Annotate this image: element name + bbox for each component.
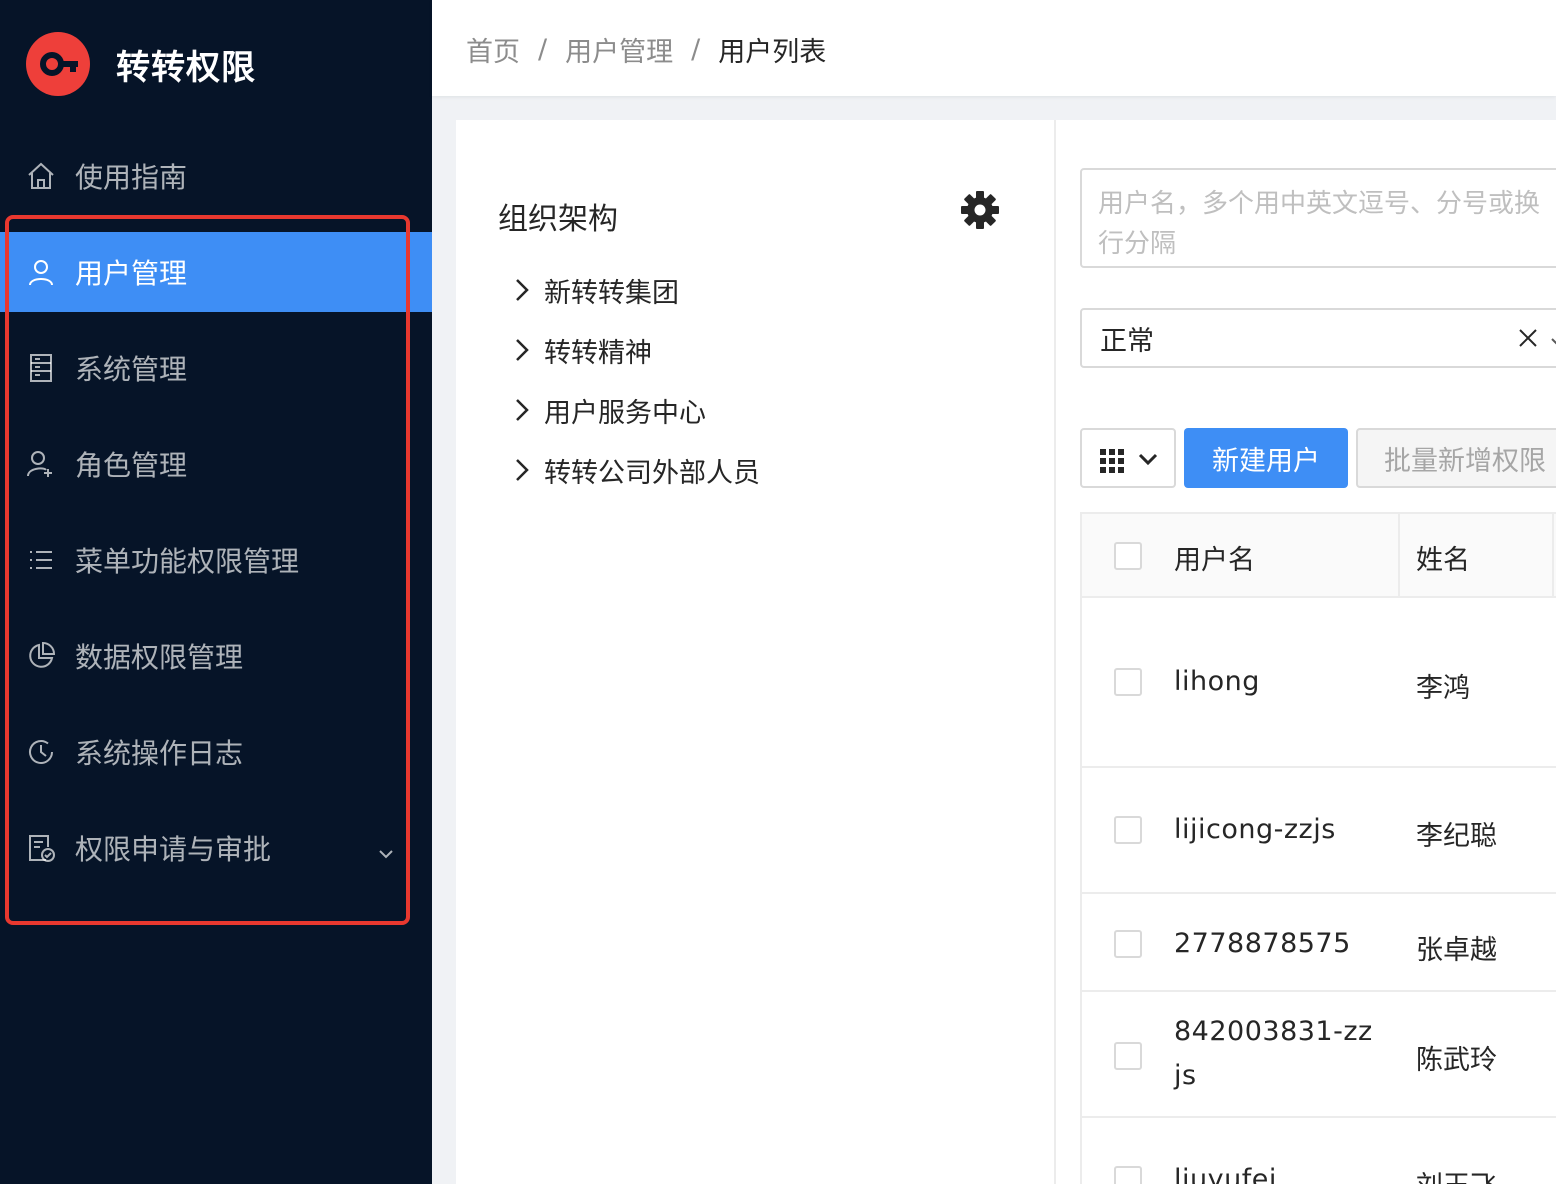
cell-name: 刘玉飞 — [1416, 1164, 1497, 1184]
sidebar-item-user-management[interactable]: 用户管理 — [0, 232, 432, 312]
org-title: 组织架构 — [498, 202, 618, 237]
breadcrumb-current: 用户列表 — [718, 37, 827, 68]
sidebar-item-data-permission[interactable]: 数据权限管理 — [0, 616, 432, 696]
sidebar-item-label: 用户管理 — [75, 257, 188, 290]
breadcrumb-home[interactable]: 首页 — [466, 30, 520, 69]
cell-name: 陈武玲 — [1416, 1045, 1497, 1076]
new-user-button[interactable]: 新建用户 — [1184, 428, 1348, 488]
tree-node[interactable]: 用户服务中心 — [514, 390, 706, 430]
breadcrumb-separator: / — [691, 34, 701, 65]
user-add-icon — [26, 448, 56, 480]
header: 首页 / 用户管理 / 用户列表 — [432, 0, 1556, 96]
sidebar-item-role-management[interactable]: 角色管理 — [0, 424, 432, 504]
sidebar-item-guide[interactable]: 使用指南 — [0, 136, 432, 216]
row-checkbox[interactable] — [1114, 1166, 1142, 1184]
breadcrumb-section[interactable]: 用户管理 — [565, 30, 673, 69]
file-check-icon — [26, 832, 56, 864]
pie-chart-icon — [26, 640, 56, 672]
cell-username: lihong — [1174, 666, 1260, 697]
username-search-input[interactable]: 用户名，多个用中英文逗号、分号或换行分隔 — [1080, 168, 1556, 268]
logo-icon — [26, 32, 90, 96]
chevron-right-icon[interactable] — [514, 276, 534, 304]
cell-username: 2778878575 — [1174, 928, 1351, 959]
tree-node[interactable]: 转转精神 — [514, 330, 652, 370]
user-icon — [26, 256, 56, 288]
cell-username: 842003831-zzjs — [1174, 1016, 1373, 1091]
tree-node-label: 新转转集团 — [544, 277, 679, 309]
cell-name: 李纪聪 — [1416, 821, 1497, 852]
cell-name: 张卓越 — [1416, 935, 1497, 966]
breadcrumb-separator: / — [538, 34, 548, 65]
tree-node-label: 转转公司外部人员 — [544, 457, 760, 489]
status-select-value: 正常 — [1100, 325, 1154, 357]
chevron-down-icon — [1138, 452, 1158, 472]
chevron-right-icon[interactable] — [514, 336, 534, 364]
table-row[interactable]: 2778878575 张卓越 — [1082, 894, 1556, 992]
close-icon[interactable] — [1516, 326, 1540, 357]
sidebar-item-label: 数据权限管理 — [75, 641, 244, 674]
column-header-username[interactable]: 用户名 — [1174, 538, 1255, 577]
row-checkbox[interactable] — [1114, 930, 1142, 958]
org-panel: 组织架构 新转转集团 转转精神 用户服务中心 转转公司外部人员 — [456, 120, 1056, 1184]
cell-name: 李鸿 — [1416, 673, 1470, 704]
row-checkbox[interactable] — [1114, 668, 1142, 696]
column-header-name[interactable]: 姓名 — [1416, 538, 1470, 577]
column-settings-button[interactable] — [1080, 428, 1176, 488]
table-row[interactable]: lijicong-zzjs 李纪聪 — [1082, 768, 1556, 894]
content-card: 组织架构 新转转集团 转转精神 用户服务中心 转转公司外部人员 用户名，多个用中… — [456, 120, 1556, 1184]
status-select[interactable]: 正常 — [1080, 308, 1556, 368]
cell-username: lijicong-zzjs — [1174, 814, 1336, 845]
sidebar-item-label: 系统管理 — [75, 353, 188, 386]
cell-username: liuyufei — [1174, 1164, 1277, 1184]
sidebar-item-label: 使用指南 — [75, 161, 188, 194]
app-title: 转转权限 — [116, 47, 256, 88]
tree-node-label: 用户服务中心 — [544, 397, 706, 429]
home-icon — [26, 160, 56, 192]
sidebar-item-permission-approval[interactable]: 权限申请与审批 — [0, 808, 432, 888]
breadcrumb: 首页 / 用户管理 / 用户列表 — [466, 30, 826, 69]
server-icon — [26, 352, 56, 384]
grid-icon — [1100, 449, 1124, 477]
sidebar-item-system-management[interactable]: 系统管理 — [0, 328, 432, 408]
batch-add-permission-button[interactable]: 批量新增权限 — [1356, 428, 1556, 488]
row-checkbox[interactable] — [1114, 816, 1142, 844]
chevron-down-icon — [376, 838, 396, 871]
tree-node[interactable]: 新转转集团 — [514, 270, 679, 310]
row-checkbox[interactable] — [1114, 1042, 1142, 1070]
sidebar-item-menu-permission[interactable]: 菜单功能权限管理 — [0, 520, 432, 600]
sidebar-item-label: 系统操作日志 — [75, 737, 244, 770]
user-list-panel: 用户名，多个用中英文逗号、分号或换行分隔 正常 新建用户 批量新增权限 用户名 … — [1080, 120, 1556, 1184]
logo[interactable]: 转转权限 — [26, 32, 256, 96]
sidebar-item-operation-log[interactable]: 系统操作日志 — [0, 712, 432, 792]
gear-icon[interactable] — [960, 190, 1000, 234]
sidebar-item-label: 菜单功能权限管理 — [75, 545, 300, 578]
table-row[interactable]: liuyufei 刘玉飞 — [1082, 1118, 1556, 1184]
list-icon — [26, 544, 56, 576]
sidebar: 转转权限 使用指南 用户管理 系统管理 角色管理 菜单功能权限管理 数据权限管理… — [0, 0, 432, 1184]
sidebar-item-label: 角色管理 — [75, 449, 188, 482]
chevron-down-icon — [1548, 328, 1556, 359]
sidebar-item-label: 权限申请与审批 — [75, 833, 272, 866]
column-divider — [1398, 514, 1400, 598]
table-row[interactable]: lihong 李鸿 — [1082, 598, 1556, 768]
chevron-right-icon[interactable] — [514, 456, 534, 484]
column-divider — [1552, 514, 1554, 598]
select-all-checkbox[interactable] — [1114, 542, 1142, 570]
tree-node[interactable]: 转转公司外部人员 — [514, 450, 760, 490]
chevron-right-icon[interactable] — [514, 396, 534, 424]
user-table: 用户名 姓名 lihong 李鸿 lijicong-zzjs 李纪聪 27788… — [1080, 512, 1556, 1184]
table-row[interactable]: 842003831-zzjs 陈武玲 — [1082, 992, 1556, 1118]
tree-node-label: 转转精神 — [544, 337, 652, 369]
table-header: 用户名 姓名 — [1082, 512, 1556, 598]
clock-icon — [26, 736, 56, 768]
